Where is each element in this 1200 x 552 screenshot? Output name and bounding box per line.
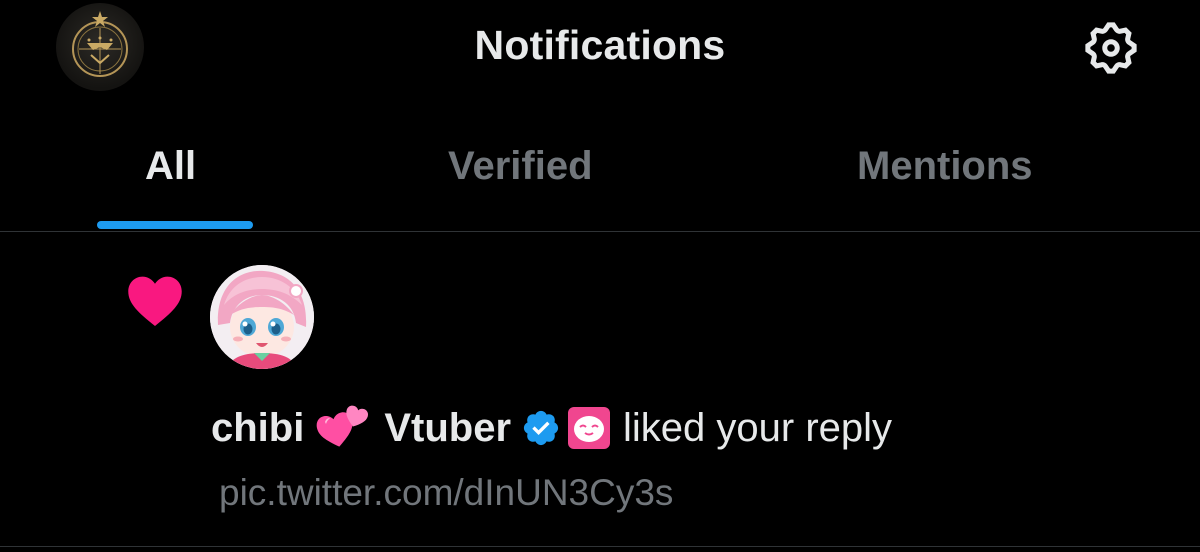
active-tab-indicator — [97, 221, 253, 229]
page-title: Notifications — [474, 22, 726, 68]
notification-text: chibi Vtuber liked your reply — [211, 400, 892, 456]
top-bar: Notifications — [0, 0, 1200, 95]
pink-face-badge-icon — [568, 407, 611, 449]
tab-all[interactable]: All — [145, 144, 196, 189]
notification-action: liked your reply — [623, 405, 893, 450]
vtuber-avatar-image — [210, 265, 314, 369]
heart-icon — [128, 276, 182, 326]
two-hearts-emoji — [317, 405, 369, 447]
tab-bar: All Verified Mentions — [0, 118, 1200, 232]
verified-badge-icon — [523, 410, 559, 446]
divider — [0, 546, 1200, 547]
gear-icon — [1085, 22, 1137, 74]
tab-verified[interactable]: Verified — [448, 144, 593, 189]
settings-button[interactable] — [1081, 18, 1141, 78]
user-name-part2[interactable]: Vtuber — [384, 406, 511, 451]
notification-content[interactable]: pic.twitter.com/dInUN3Cy3s — [219, 472, 673, 514]
user-name-part1[interactable]: chibi — [211, 406, 304, 451]
user-avatar[interactable] — [210, 265, 314, 369]
tab-mentions[interactable]: Mentions — [857, 144, 1033, 189]
notification-item[interactable]: chibi Vtuber liked your reply pic.twitte… — [0, 232, 1200, 546]
